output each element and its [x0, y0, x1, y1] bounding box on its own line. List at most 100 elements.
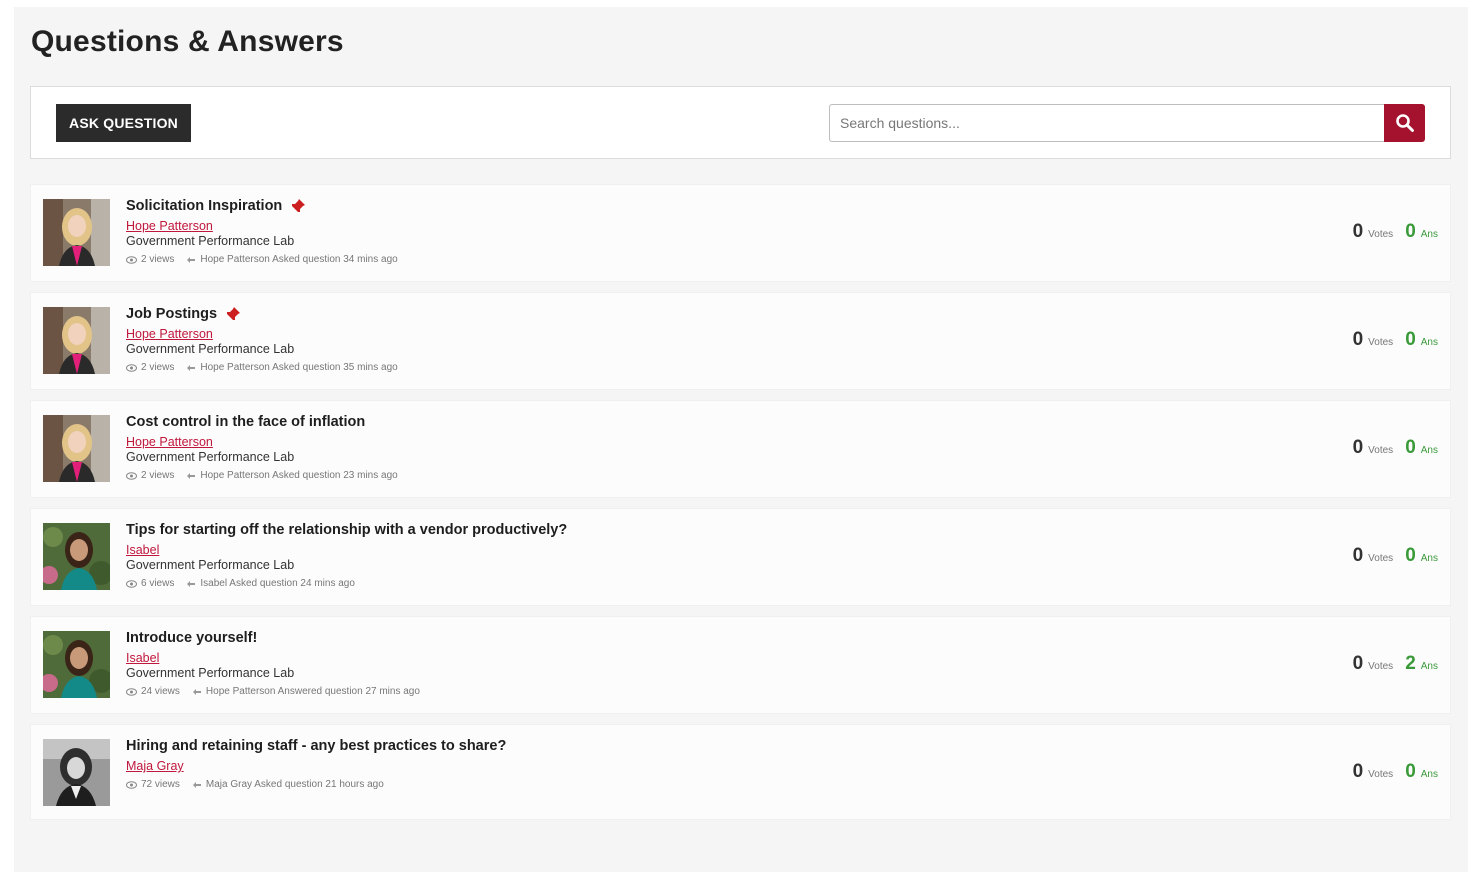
votes-label: Votes: [1368, 229, 1394, 240]
question-meta: 2 views Hope Patterson Asked question 34…: [126, 254, 398, 265]
activity-icon: [186, 363, 196, 373]
view-count: 24 views: [141, 686, 180, 697]
avatar[interactable]: [43, 739, 110, 806]
vote-count: 0: [1352, 329, 1364, 350]
question-card: Solicitation Inspiration Hope Patterson …: [30, 184, 1451, 282]
activity-text: Hope Patterson Answered question 27 mins…: [205, 686, 420, 697]
question-card: Tips for starting off the relationship w…: [30, 508, 1451, 606]
eye-icon: [126, 579, 137, 588]
avatar[interactable]: [43, 307, 110, 374]
author-group: Government Performance Lab: [126, 558, 295, 572]
author-link[interactable]: Maja Gray: [126, 759, 184, 773]
activity-text: Hope Patterson Asked question 23 mins ag…: [200, 470, 398, 481]
answer-count: 0: [1405, 437, 1416, 458]
author-group: Government Performance Lab: [126, 450, 295, 464]
view-count: 2 views: [141, 362, 175, 373]
activity-icon: [192, 687, 202, 697]
author-link[interactable]: Isabel: [126, 543, 159, 557]
question-card: Job Postings Hope Patterson Government P…: [30, 292, 1451, 390]
view-count: 6 views: [141, 578, 175, 589]
answer-count: 0: [1405, 545, 1416, 566]
votes-label: Votes: [1368, 769, 1394, 780]
vote-count: 0: [1352, 437, 1364, 458]
activity-icon: [186, 471, 196, 481]
question-title[interactable]: Hiring and retaining staff - any best pr…: [126, 738, 506, 754]
pin-icon: [226, 307, 241, 321]
activity-icon: [186, 579, 196, 589]
question-title[interactable]: Introduce yourself!: [126, 630, 257, 646]
activity-text: Isabel Asked question 24 mins ago: [200, 578, 355, 589]
view-count: 72 views: [141, 779, 180, 790]
question-stats: 0 Votes 0 Ans: [1353, 761, 1438, 783]
question-stats: 0 Votes 2 Ans: [1353, 653, 1438, 675]
eye-icon: [126, 687, 137, 696]
answer-count: 2: [1405, 653, 1416, 674]
author-group: Government Performance Lab: [126, 342, 295, 356]
author-link[interactable]: Isabel: [126, 651, 159, 665]
question-meta: 2 views Hope Patterson Asked question 23…: [126, 470, 398, 481]
answers-label: Ans: [1420, 769, 1438, 780]
question-card: Hiring and retaining staff - any best pr…: [30, 724, 1451, 820]
avatar[interactable]: [43, 415, 110, 482]
question-card: Introduce yourself! Isabel Government Pe…: [30, 616, 1451, 714]
question-stats: 0 Votes 0 Ans: [1353, 437, 1438, 459]
avatar[interactable]: [43, 631, 110, 698]
search-button[interactable]: [1384, 104, 1425, 142]
question-title[interactable]: Tips for starting off the relationship w…: [126, 522, 567, 538]
view-count: 2 views: [141, 470, 175, 481]
question-meta: 24 views Hope Patterson Answered questio…: [126, 686, 420, 697]
votes-label: Votes: [1368, 661, 1394, 672]
answer-count: 0: [1405, 329, 1416, 350]
author-group: Government Performance Lab: [126, 234, 295, 248]
vote-count: 0: [1352, 221, 1364, 242]
qa-page: Questions & Answers ASK QUESTION Search …: [14, 7, 1468, 872]
answers-label: Ans: [1420, 337, 1438, 348]
author-group: Government Performance Lab: [126, 666, 295, 680]
question-card: Cost control in the face of inflation Ho…: [30, 400, 1451, 498]
activity-text: Hope Patterson Asked question 35 mins ag…: [200, 362, 398, 373]
search-input[interactable]: [829, 104, 1384, 142]
activity-text: Hope Patterson Asked question 34 mins ag…: [200, 254, 398, 265]
votes-label: Votes: [1368, 553, 1394, 564]
votes-label: Votes: [1368, 445, 1394, 456]
votes-label: Votes: [1368, 337, 1394, 348]
answer-count: 0: [1405, 221, 1416, 242]
question-list: Solicitation Inspiration Hope Patterson …: [30, 184, 1451, 830]
search-icon: [1395, 114, 1414, 132]
avatar[interactable]: [43, 523, 110, 590]
ask-question-button[interactable]: ASK QUESTION: [56, 104, 191, 142]
vote-count: 0: [1352, 653, 1364, 674]
answers-label: Ans: [1420, 445, 1438, 456]
eye-icon: [126, 471, 137, 480]
question-stats: 0 Votes 0 Ans: [1353, 329, 1438, 351]
avatar[interactable]: [43, 199, 110, 266]
vote-count: 0: [1352, 761, 1364, 782]
question-stats: 0 Votes 0 Ans: [1353, 221, 1438, 243]
vote-count: 0: [1352, 545, 1364, 566]
activity-icon: [192, 780, 202, 790]
activity-icon: [186, 255, 196, 265]
pin-icon: [291, 199, 306, 213]
answers-label: Ans: [1420, 661, 1438, 672]
search-bar: [829, 104, 1425, 142]
question-stats: 0 Votes 0 Ans: [1353, 545, 1438, 567]
eye-icon: [126, 255, 137, 264]
question-title[interactable]: Cost control in the face of inflation: [126, 414, 365, 430]
eye-icon: [126, 780, 137, 789]
question-meta: 72 views Maja Gray Asked question 21 hou…: [126, 779, 506, 790]
qa-toolbar: ASK QUESTION: [30, 86, 1451, 159]
question-meta: 2 views Hope Patterson Asked question 35…: [126, 362, 398, 373]
author-link[interactable]: Hope Patterson: [126, 435, 213, 449]
page-title: Questions & Answers: [31, 25, 344, 58]
author-link[interactable]: Hope Patterson: [126, 219, 213, 233]
answer-count: 0: [1405, 761, 1416, 782]
activity-text: Maja Gray Asked question 21 hours ago: [205, 779, 384, 790]
answers-label: Ans: [1420, 229, 1438, 240]
question-title[interactable]: Solicitation Inspiration: [126, 198, 282, 214]
author-link[interactable]: Hope Patterson: [126, 327, 213, 341]
answers-label: Ans: [1420, 553, 1438, 564]
view-count: 2 views: [141, 254, 175, 265]
eye-icon: [126, 363, 137, 372]
question-title[interactable]: Job Postings: [126, 306, 217, 322]
question-meta: 6 views Isabel Asked question 24 mins ag…: [126, 578, 567, 589]
